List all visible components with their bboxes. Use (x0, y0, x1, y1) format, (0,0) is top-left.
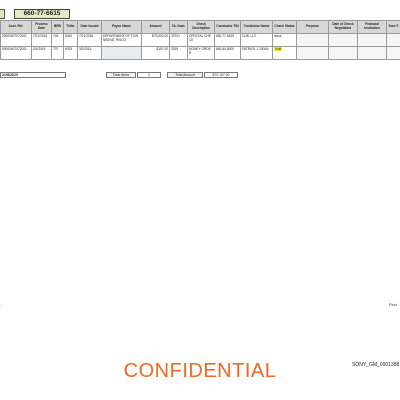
column-header: Sour F (386, 20, 400, 34)
process-date-cell: 7/21/2016 (31, 33, 52, 47)
check-description-cell: MONEY ORDER (187, 46, 215, 60)
total-items-value: 2 (137, 72, 161, 78)
column-header: Conductor Name (240, 20, 273, 34)
status-badge: Void (274, 47, 283, 51)
column-header: Acct. Ref. (0, 20, 32, 34)
amount-cell: $70,000.00 (141, 33, 170, 47)
column-header: Teller (63, 20, 78, 34)
conductor-name-cell: PATRICK J. DEAN (240, 46, 273, 60)
conductor-tin-cell: 660-77-6615 (214, 33, 241, 47)
acct-ref-cell: 00000007072001 (0, 33, 32, 47)
conductor-name-cell: CUB, LLC (240, 33, 273, 47)
column-header: Date Issued (77, 20, 102, 34)
brn-cell: 737 (51, 46, 64, 60)
column-header: Process Date (31, 20, 52, 34)
financial-institution-cell (357, 33, 387, 47)
check-status-cell: Void (272, 46, 297, 60)
check-status-cell: Issue (272, 33, 297, 47)
column-header: Conductor TIN (214, 20, 241, 34)
table-header-row: Acct. Ref. Process Date BRN Teller Date … (0, 20, 400, 34)
amount-cell: $157.00 (141, 46, 170, 60)
date-issued-cell: 3/2/2016 (77, 46, 102, 60)
column-header: Financial Institution (357, 20, 387, 34)
left-page-marker: - (1, 302, 3, 307)
acct-ref-cell: 00000007072001 (0, 46, 32, 60)
total-amount-value: $70,157.00 (204, 72, 238, 78)
left-tab-marker (0, 9, 5, 19)
right-page-marker: First (389, 302, 397, 307)
date-issued-cell: 7/21/2016 (77, 33, 102, 47)
column-header: BRN (51, 20, 64, 34)
process-date-cell: 3/2/2016 (31, 46, 52, 60)
source-cell (386, 33, 400, 47)
conductor-tin-cell: 660-60-8000 (214, 46, 241, 60)
teller-cell: 9040 (63, 33, 78, 47)
check-number-cell: 3295 (169, 46, 188, 60)
check-number-cell: 33701 (169, 33, 188, 47)
account-number-box: 660-77-6615 (14, 9, 70, 19)
column-header: Ck. Num. (169, 20, 188, 34)
brn-cell: 745 (51, 33, 64, 47)
confidential-watermark: CONFIDENTIAL (123, 360, 277, 382)
column-header: Check Status (272, 20, 297, 34)
table-row: 00000007072001 3/2/2016 737 9025 3/2/201… (0, 46, 400, 60)
column-header: Payee Name (101, 20, 142, 34)
total-items-label: Total Items (106, 72, 136, 78)
report-date: 2/28/2020 (0, 72, 66, 78)
column-header: Check Description (187, 20, 215, 34)
column-header: Date of Check Negotiated (328, 20, 358, 34)
column-header: Purpose (296, 20, 329, 34)
total-amount-label: Total Amount (167, 72, 203, 78)
transactions-table: Acct. Ref. Process Date BRN Teller Date … (0, 20, 400, 60)
payee-name-cell: DEPARTMENT OF TOWNSEND, RISCO (101, 33, 142, 47)
purpose-cell (296, 33, 329, 47)
table-row: 00000007072001 7/21/2016 745 9040 7/21/2… (0, 33, 400, 47)
payee-name-cell (101, 46, 142, 60)
teller-cell: 9025 (63, 46, 78, 60)
date-negotiated-cell (328, 33, 358, 47)
column-header: Amount (141, 20, 170, 34)
date-negotiated-cell (328, 46, 358, 60)
source-cell (386, 46, 400, 60)
purpose-cell (296, 46, 329, 60)
financial-institution-cell (357, 46, 387, 60)
check-description-cell: OFFICIAL CHECK (187, 33, 215, 47)
